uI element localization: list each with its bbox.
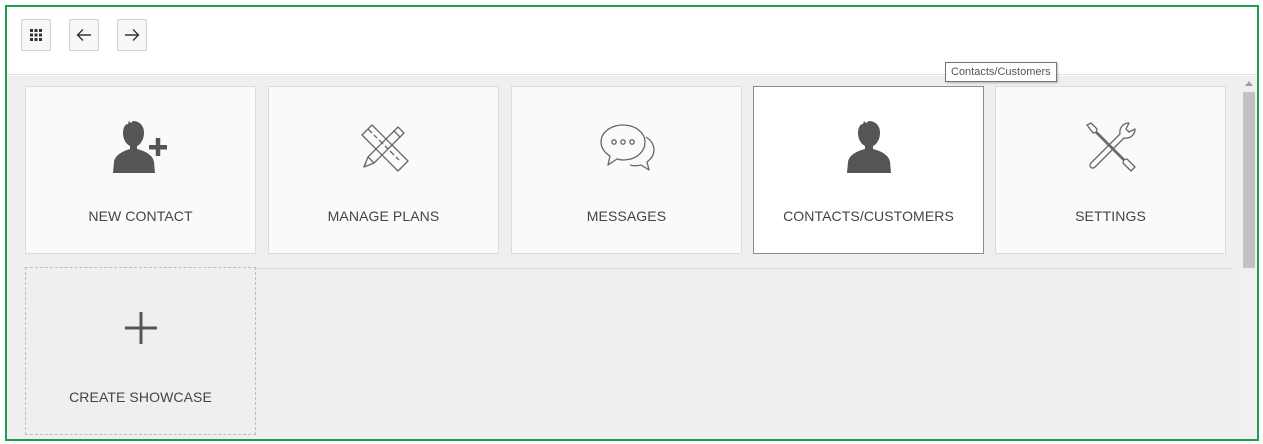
tile-label: SETTINGS	[1075, 208, 1146, 224]
arrow-left-icon	[76, 29, 91, 41]
tile-label: CONTACTS/CUSTOMERS	[783, 208, 954, 224]
tile-manage-plans[interactable]: MANAGE PLANS	[268, 86, 499, 254]
forward-button[interactable]	[117, 19, 147, 51]
tile-label: MANAGE PLANS	[327, 208, 440, 224]
vertical-scrollbar[interactable]	[1241, 76, 1257, 439]
tile-contacts-customers[interactable]: CONTACTS/CUSTOMERS	[753, 86, 984, 254]
tile-label: CREATE SHOWCASE	[69, 389, 212, 405]
tiles-area: NEW CONTACT MANAGE PLANS MESSAGES CONTAC…	[7, 76, 1243, 439]
scrollbar-thumb[interactable]	[1243, 92, 1255, 268]
arrow-right-icon	[125, 29, 140, 41]
tile-create-showcase[interactable]: CREATE SHOWCASE	[25, 267, 256, 435]
tools-icon	[996, 115, 1225, 179]
tile-messages[interactable]: MESSAGES	[511, 86, 742, 254]
plus-icon	[26, 296, 255, 360]
apps-grid-button[interactable]	[21, 19, 51, 51]
grid-icon	[30, 29, 42, 41]
app-window: NEW CONTACT MANAGE PLANS MESSAGES CONTAC…	[5, 5, 1259, 441]
tile-new-contact[interactable]: NEW CONTACT	[25, 86, 256, 254]
tile-label: MESSAGES	[586, 208, 667, 224]
tile-settings[interactable]: SETTINGS	[995, 86, 1226, 254]
back-button[interactable]	[69, 19, 99, 51]
toolbar	[7, 7, 1257, 75]
pencil-ruler-icon	[269, 115, 498, 179]
tile-label: NEW CONTACT	[88, 208, 193, 224]
person-icon	[754, 115, 983, 179]
scroll-up-arrow-icon[interactable]	[1241, 76, 1257, 90]
tooltip: Contacts/Customers	[945, 62, 1057, 82]
add-person-icon	[26, 115, 255, 179]
chat-bubbles-icon	[512, 115, 741, 179]
